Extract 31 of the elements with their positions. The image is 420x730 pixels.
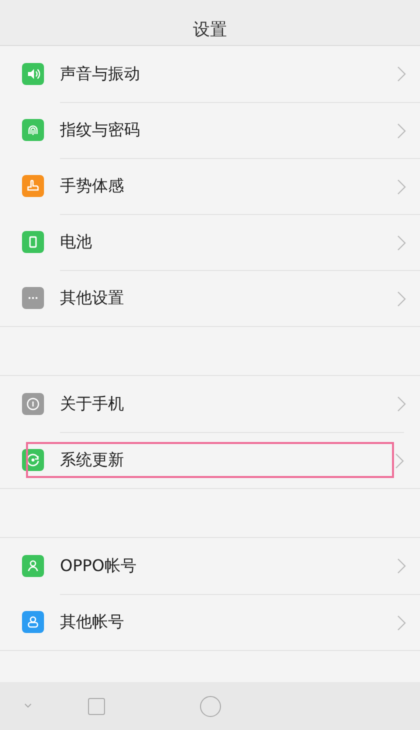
chevron-icon: [397, 178, 406, 194]
chevron-icon: [397, 234, 406, 250]
settings-item[interactable]: OPPO帐号: [0, 538, 420, 594]
collapse-icon[interactable]: [24, 703, 32, 708]
chevron-icon: [397, 66, 406, 82]
chevron-icon: [397, 614, 406, 630]
settings-item[interactable]: 其他设置: [0, 270, 420, 326]
item-label: 声音与振动: [60, 64, 141, 84]
chevron-icon: [397, 558, 406, 574]
page-title: 设置: [193, 19, 227, 41]
settings-item[interactable]: 电池: [0, 214, 420, 270]
item-label: OPPO帐号: [60, 556, 138, 576]
settings-item[interactable]: 声音与振动: [0, 46, 420, 102]
highlighted-settings-item[interactable]: 系统更新: [16, 432, 404, 488]
item-label: 其他帐号: [60, 612, 125, 633]
home-icon[interactable]: [200, 696, 221, 717]
settings-item[interactable]: 手势体感: [0, 158, 420, 214]
item-label: 系统更新: [60, 450, 125, 471]
settings-item[interactable]: 关于手机: [0, 376, 420, 432]
settings-item[interactable]: 指纹与密码: [0, 102, 420, 158]
chevron-icon: [397, 396, 406, 412]
chevron-icon: [395, 452, 404, 468]
item-label: 手势体感: [60, 176, 125, 197]
settings-item[interactable]: 其他帐号: [0, 594, 420, 650]
chevron-icon: [397, 122, 406, 138]
item-label: 指纹与密码: [60, 120, 141, 141]
recent-apps-icon[interactable]: [88, 698, 105, 715]
item-label: 其他设置: [60, 288, 125, 309]
chevron-icon: [397, 290, 406, 306]
item-label: 关于手机: [60, 394, 125, 414]
item-label: 电池: [60, 232, 93, 253]
